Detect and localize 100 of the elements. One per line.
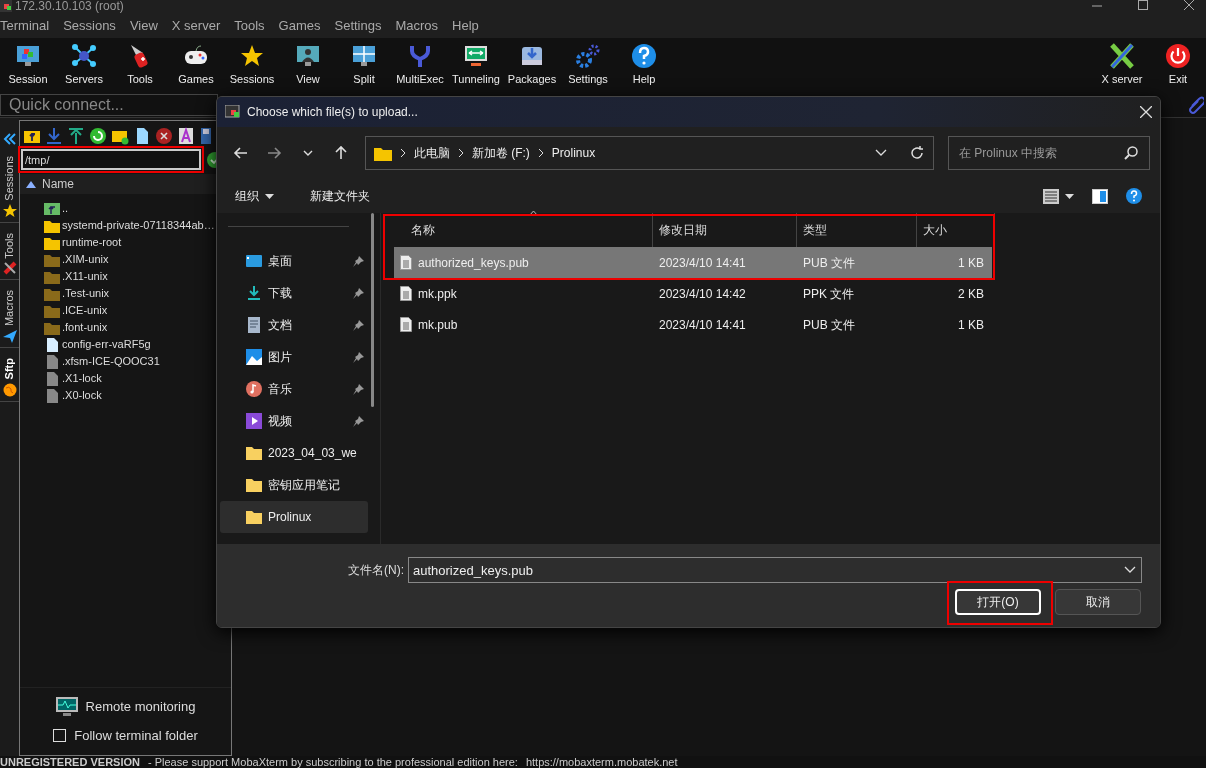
toolbar-button[interactable]: Tools [112, 42, 168, 88]
list-view-icon[interactable] [1043, 188, 1059, 204]
caret-down-icon[interactable] [1065, 193, 1074, 199]
file-name[interactable]: .X1-lock [62, 370, 102, 387]
checkbox[interactable] [53, 728, 67, 742]
collapse-icon[interactable] [2, 132, 17, 146]
path-field[interactable]: /tmp/ [21, 149, 201, 170]
delete-icon[interactable] [155, 127, 173, 145]
file-icon [44, 354, 60, 369]
toolbar-button[interactable]: Servers [56, 42, 112, 88]
file-name[interactable]: .X11-unix [62, 268, 108, 285]
toolbar-command[interactable]: 组织 [235, 187, 274, 205]
file-name[interactable]: .xfsm-ICE-QOOC31 [62, 353, 160, 370]
nav-item[interactable]: Prolinux [220, 501, 368, 533]
toolbar-button[interactable]: Settings [560, 42, 616, 88]
nav-item[interactable]: 视频 [220, 405, 368, 437]
checkbox-label[interactable]: Follow terminal folder [74, 725, 198, 745]
file-name[interactable]: .X0-lock [62, 387, 102, 404]
nav-item[interactable]: 下载 [220, 277, 368, 309]
folder-icon [44, 303, 60, 318]
text-editor-icon[interactable] [177, 127, 195, 145]
column-header[interactable]: Name [42, 175, 74, 193]
file-name[interactable]: config-err-vaRF5g [62, 336, 151, 353]
maximize-icon[interactable] [1138, 0, 1148, 10]
nav-item[interactable]: 密钥应用笔记 [220, 469, 368, 501]
status-link[interactable]: https://mobaxterm.mobatek.net [525, 756, 678, 768]
toolbar-button[interactable]: Help [616, 42, 672, 88]
menu-item[interactable]: Games [278, 16, 327, 36]
file-name[interactable]: .. [62, 200, 69, 217]
nav-item[interactable]: 桌面 [220, 245, 368, 277]
toolbar-button[interactable]: Session [0, 42, 56, 88]
menu-item[interactable]: Tools [234, 16, 271, 36]
breadcrumb[interactable]: Prolinux [551, 144, 596, 162]
nav-item[interactable]: 文档 [220, 309, 368, 341]
folder-icon [44, 235, 60, 250]
file-name[interactable]: .XIM-unix [62, 251, 109, 268]
dialog-button[interactable]: 取消 [1055, 589, 1141, 615]
field-label: 文件名(N): [348, 562, 404, 579]
pin-icon [353, 287, 364, 299]
file-name[interactable]: .font-unix [62, 319, 108, 336]
menu-item[interactable]: Sessions [63, 16, 122, 36]
menu-item[interactable]: X server [171, 16, 227, 36]
chevron-down-icon[interactable] [1124, 566, 1136, 574]
address-bar[interactable]: 此电脑 新加卷 (F:) Prolinux [364, 136, 934, 170]
breadcrumb[interactable]: 新加卷 (F:) [471, 144, 530, 162]
close-icon[interactable] [1184, 0, 1194, 10]
chevron-down-icon[interactable] [874, 149, 887, 157]
upload-icon[interactable] [67, 127, 85, 145]
refresh-icon[interactable] [89, 127, 107, 145]
menu-item[interactable]: View [129, 16, 164, 36]
file-icon [44, 371, 60, 386]
back-arrow-icon[interactable] [232, 145, 249, 161]
remote-monitoring-button[interactable]: Remote monitoring [49, 695, 202, 718]
file-name[interactable]: systemd-private-07118344ab… [62, 217, 215, 234]
help-icon[interactable] [1126, 188, 1142, 204]
file-size: 2 KB [957, 285, 984, 303]
toolbar-button[interactable]: X server [1094, 42, 1150, 88]
pin-icon [353, 383, 364, 395]
menu-item[interactable]: Help [452, 16, 485, 36]
toolbar-button[interactable]: Split [336, 42, 392, 88]
menu-item[interactable]: Macros [395, 16, 445, 36]
folder-icon [246, 445, 262, 461]
paperclip-icon[interactable] [1188, 95, 1204, 114]
breadcrumb[interactable]: 此电脑 [413, 144, 450, 162]
toolbar-command[interactable]: 新建文件夹 [310, 187, 370, 205]
filename-field[interactable]: authorized_keys.pub [408, 557, 1142, 583]
menu-item[interactable]: Terminal [0, 16, 56, 36]
monitor-pulse-icon [55, 696, 78, 717]
toolbar-button[interactable]: Tunneling [448, 42, 504, 88]
app-logo-icon [225, 105, 241, 119]
file-name[interactable]: runtime-root [62, 234, 122, 251]
nav-item[interactable]: 音乐 [220, 373, 368, 405]
file-type: PUB 文件 [802, 316, 856, 334]
chevron-right-icon [457, 148, 464, 158]
file-size: 1 KB [957, 316, 984, 334]
file-row[interactable]: authorized_keys.pub 2023/4/10 14:41 PUB 文件 1 KB [394, 247, 992, 278]
file-name[interactable]: .ICE-unix [62, 302, 108, 319]
quick-connect-field[interactable]: Quick connect... [0, 93, 218, 116]
scrollbar-thumb[interactable] [371, 213, 374, 407]
preview-pane-icon[interactable] [1092, 188, 1108, 204]
file-row[interactable]: mk.pub 2023/4/10 14:41 PUB 文件 1 KB [394, 309, 992, 340]
file-row[interactable]: mk.ppk 2023/4/10 14:42 PPK 文件 2 KB [394, 278, 992, 309]
forward-arrow-icon[interactable] [266, 145, 283, 161]
toolbar-button[interactable]: Exit [1150, 42, 1206, 88]
search-icon[interactable] [1123, 146, 1138, 160]
nav-item[interactable]: 2023_04_03_we [220, 437, 368, 469]
dialog-title: Choose which file(s) to upload... [247, 104, 419, 121]
file-name[interactable]: .Test-unix [62, 285, 110, 302]
toolbar-button[interactable]: MultiExec [392, 42, 448, 88]
menu-item[interactable]: Settings [334, 16, 388, 36]
toolbar-button[interactable]: Sessions [224, 42, 280, 88]
dialog-button[interactable]: 打开(O) [955, 589, 1041, 615]
toolbar-button[interactable]: View [280, 42, 336, 88]
folder-icon [246, 477, 262, 493]
toolbar-button[interactable]: Packages [504, 42, 560, 88]
search-field[interactable]: 在 Prolinux 中搜索 [947, 136, 1150, 170]
nav-item[interactable]: 图片 [220, 341, 368, 373]
refresh-icon[interactable] [908, 145, 925, 161]
toolbar-button[interactable]: Games [168, 42, 224, 88]
download-icon[interactable] [45, 127, 63, 145]
